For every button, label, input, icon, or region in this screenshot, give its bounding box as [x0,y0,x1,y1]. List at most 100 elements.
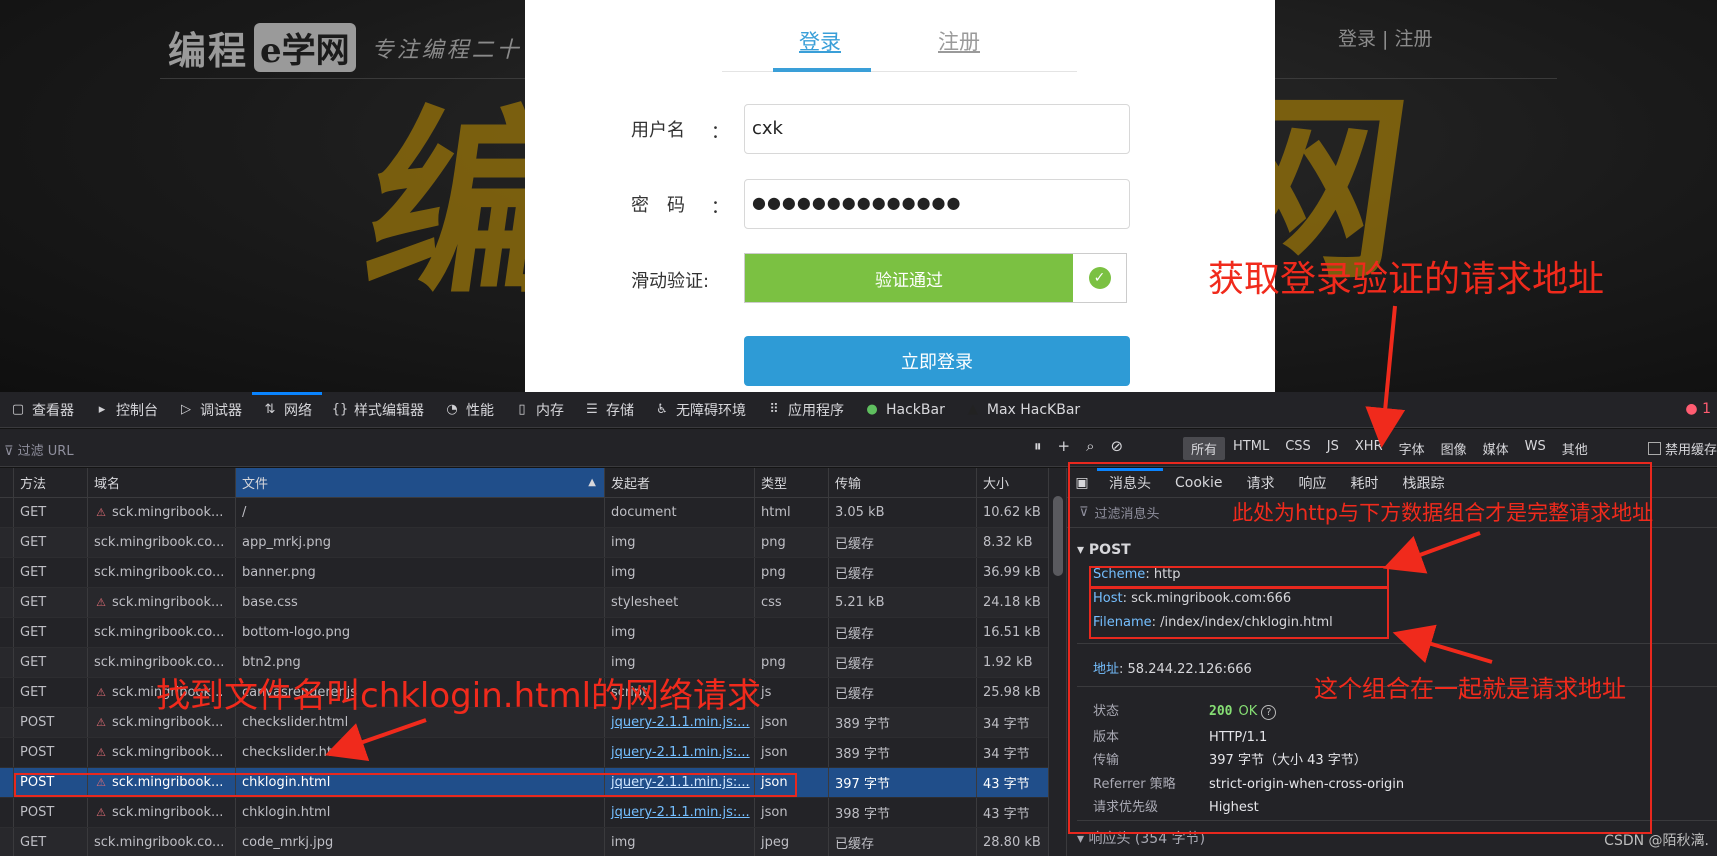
type-filter-ws[interactable]: WS [1517,437,1554,460]
type-filter-other[interactable]: 其他 [1554,437,1596,460]
tab-active-indicator [773,68,871,72]
insecure-lock-icon: ⚠ [96,686,106,699]
type-filter-image[interactable]: 图像 [1433,437,1475,460]
scrollbar-thumb[interactable] [1053,496,1063,576]
table-row[interactable]: POST ⚠ sck.mingribook... chklogin.html jquer… [0,798,1048,828]
table-row[interactable]: GET sck.mingribook.co... code_mrkj.jpg img j… [0,828,1048,856]
pause-icon[interactable]: ⏸ [1034,437,1042,455]
tab-memory[interactable]: ▯ 内存 [504,392,574,428]
type-filter-html[interactable]: HTML [1225,437,1277,460]
cell-file: / [236,498,605,527]
cell-text: document [611,505,677,520]
check-icon: ✓ [1088,267,1111,289]
col-file[interactable]: 文件 ▲ [236,468,605,497]
cell-method: GET [14,678,88,707]
cell-text: jquery-2.1.1.min.js:... [611,745,750,760]
table-row[interactable]: GET sck.mingribook.co... bottom-logo.png im… [0,618,1048,648]
cell-text: POST [20,745,55,760]
type-filter-js[interactable]: JS [1319,437,1347,460]
table-row[interactable]: GET ⚠ sck.mingribook... base.css stylesheet c… [0,588,1048,618]
table-row[interactable]: POST ⚠ sck.mingribook... checkslider.html jq… [0,738,1048,768]
cell-text: banner.png [242,565,316,580]
tab-application[interactable]: ⠿ 应用程序 [756,392,854,428]
tab-register[interactable]: 注册 [938,26,980,56]
col-type[interactable]: 类型 [755,468,829,497]
cell-method: GET [14,618,88,647]
cell-size: 10.62 kB [977,498,1048,527]
sort-ascending-icon: ▲ [588,477,596,488]
error-count[interactable]: ● 1 [1685,401,1711,417]
tab-network[interactable]: ⇅ 网络 [252,391,322,428]
cell-text: 已缓存 [835,687,875,702]
col-size[interactable]: 大小 [977,468,1048,497]
cell-text: png [761,535,786,550]
row-gutter [0,588,14,617]
slider-fill: 验证通过 [745,254,1073,302]
tab-debugger[interactable]: ▷ 调试器 [168,392,252,428]
cell-text: GET [20,535,47,550]
username-label: 用户名 [631,120,685,141]
cell-transfer: 397 字节 [829,768,977,797]
cell-text: png [761,655,786,670]
type-filter-media[interactable]: 媒体 [1475,437,1517,460]
row-gutter [0,708,14,737]
row-gutter [0,648,14,677]
block-icon[interactable]: ⊘ [1111,437,1124,455]
tab-accessibility[interactable]: ♿ 无障碍环境 [644,392,756,428]
row-gutter [0,798,14,827]
tab-performance[interactable]: ◔ 性能 [434,392,504,428]
cell-transfer: 5.21 kB [829,588,977,617]
col-method[interactable]: 方法 [14,468,88,497]
username-field[interactable]: cxk [744,104,1130,154]
cell-size: 25.98 kB [977,678,1048,707]
cell-size: 34 字节 [977,738,1048,767]
login-tabs [722,24,1077,72]
type-filter-xhr[interactable]: XHR [1347,437,1391,460]
col-domain[interactable]: 域名 [88,468,236,497]
table-row[interactable]: GET sck.mingribook.co... app_mrkj.png img pn… [0,528,1048,558]
cell-text: 已缓存 [835,567,875,582]
tab-hackbar[interactable]: ● HackBar [854,392,955,428]
site-logo[interactable]: 编程 e学网 专注编程二十 [168,20,522,75]
cell-text: 389 字节 [835,717,890,732]
login-submit-button[interactable]: 立即登录 [744,336,1130,386]
row-gutter [0,618,14,647]
tab-login[interactable]: 登录 [799,26,841,56]
cell-text: GET [20,595,47,610]
tab-console[interactable]: ▸ 控制台 [84,392,168,428]
tab-style-editor[interactable]: {} 样式编辑器 [322,392,434,428]
storage-icon: ☰ [586,402,598,417]
cell-initiator: document [605,498,755,527]
cell-size: 43 字节 [977,798,1048,827]
add-icon[interactable]: + [1058,437,1071,455]
table-scrollbar[interactable] [1048,468,1066,856]
devtools-toolbar: ▢ 查看器 ▸ 控制台 ▷ 调试器 ⇅ 网络 {} 样式编辑器 ◔ 性能 ▯ 内存 ☰ 存储 ♿… [0,391,1717,428]
type-filter-css[interactable]: CSS [1277,437,1319,460]
cell-text: json [761,715,788,730]
table-row[interactable]: GET sck.mingribook.co... banner.png img png 已… [0,558,1048,588]
type-filter-all[interactable]: 所有 [1183,437,1226,460]
table-row[interactable]: GET ⚠ sck.mingribook... / document html 3.05 k… [0,498,1048,528]
tab-storage[interactable]: ☰ 存储 [574,392,644,428]
disable-cache-checkbox[interactable]: 禁用缓存 [1648,439,1717,458]
slider-captcha[interactable]: 验证通过 ✓ [744,253,1127,303]
cell-text: 43 字节 [983,777,1030,792]
tab-inspector[interactable]: ▢ 查看器 [0,392,84,428]
type-filter-font[interactable]: 字体 [1391,437,1433,460]
slider-knob[interactable]: ✓ [1073,254,1126,302]
header-auth-links[interactable]: 登录 | 注册 [1338,24,1432,51]
col-transfer[interactable]: 传输 [829,468,977,497]
tab-max-hackbar[interactable]: ▲ Max HacKBar [955,392,1090,428]
filter-url-input[interactable]: ⊽ 过滤 URL [4,440,74,459]
cell-file: code_mrkj.jpg [236,828,605,856]
search-icon[interactable]: ⌕ [1086,437,1094,455]
password-field[interactable]: ●●●●●●●●●●●●●● [744,179,1130,229]
max-hackbar-icon: ▲ [967,402,978,417]
col-initiator[interactable]: 发起者 [605,468,755,497]
cell-type: json [755,798,829,827]
checkbox-icon [1648,442,1661,455]
tab-label: Max HacKBar [986,401,1081,418]
cell-file: checkslider.html [236,738,605,767]
cell-text: 16.51 kB [983,625,1041,640]
hackbar-icon: ● [866,402,878,417]
